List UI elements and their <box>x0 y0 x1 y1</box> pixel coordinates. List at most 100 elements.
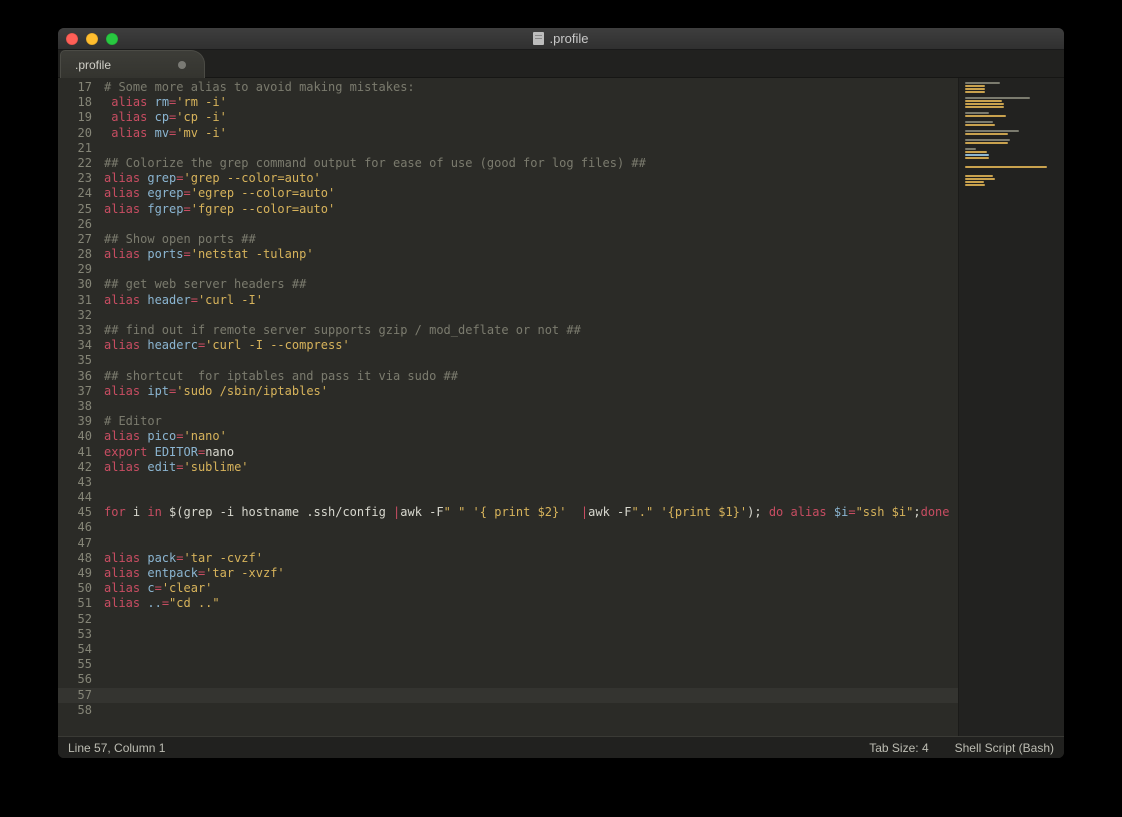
code-line[interactable]: for i in $(grep -i hostname .ssh/config … <box>104 505 958 520</box>
zoom-icon[interactable] <box>106 33 118 45</box>
line-number: 46 <box>58 520 98 535</box>
code-line[interactable] <box>104 536 958 551</box>
code-line[interactable] <box>104 703 958 718</box>
code-line[interactable] <box>104 490 958 505</box>
tab-label: .profile <box>75 58 111 72</box>
line-number: 51 <box>58 596 98 611</box>
code-line[interactable]: ## get web server headers ## <box>104 277 958 292</box>
code-line[interactable] <box>104 141 958 156</box>
tab-profile[interactable]: .profile <box>60 50 205 78</box>
code-line[interactable]: alias grep='grep --color=auto' <box>104 171 958 186</box>
line-number: 27 <box>58 232 98 247</box>
code-line[interactable] <box>104 657 958 672</box>
line-number: 47 <box>58 536 98 551</box>
code-line[interactable]: alias fgrep='fgrep --color=auto' <box>104 202 958 217</box>
code-line[interactable] <box>104 353 958 368</box>
code-line[interactable] <box>104 520 958 535</box>
line-number: 32 <box>58 308 98 323</box>
line-number: 19 <box>58 110 98 125</box>
code-line[interactable]: alias header='curl -I' <box>104 293 958 308</box>
code-line[interactable]: export EDITOR=nano <box>104 445 958 460</box>
line-number: 42 <box>58 460 98 475</box>
window-title-text: .profile <box>549 31 588 46</box>
line-number: 38 <box>58 399 98 414</box>
code-line[interactable]: # Editor <box>104 414 958 429</box>
code-line[interactable]: alias ports='netstat -tulanp' <box>104 247 958 262</box>
traffic-lights <box>58 33 118 45</box>
code-line[interactable]: alias cp='cp -i' <box>104 110 958 125</box>
code-line[interactable]: alias pico='nano' <box>104 429 958 444</box>
code-line[interactable]: alias mv='mv -i' <box>104 126 958 141</box>
line-number: 36 <box>58 369 98 384</box>
status-syntax[interactable]: Shell Script (Bash) <box>955 741 1054 755</box>
line-number: 30 <box>58 277 98 292</box>
line-number: 22 <box>58 156 98 171</box>
editor-area: 1718192021222324252627282930313233343536… <box>58 78 1064 736</box>
line-number: 50 <box>58 581 98 596</box>
code-line[interactable] <box>104 627 958 642</box>
status-tabsize[interactable]: Tab Size: 4 <box>869 741 928 755</box>
code-line[interactable]: alias egrep='egrep --color=auto' <box>104 186 958 201</box>
status-cursor[interactable]: Line 57, Column 1 <box>68 741 165 755</box>
line-number: 49 <box>58 566 98 581</box>
minimap-content <box>965 82 1058 187</box>
status-bar: Line 57, Column 1 Tab Size: 4 Shell Scri… <box>58 736 1064 758</box>
line-number: 23 <box>58 171 98 186</box>
code-line[interactable] <box>104 672 958 687</box>
line-number: 31 <box>58 293 98 308</box>
line-number: 52 <box>58 612 98 627</box>
line-number: 37 <box>58 384 98 399</box>
window-title: .profile <box>58 31 1064 46</box>
line-number: 41 <box>58 445 98 460</box>
code-line[interactable] <box>104 642 958 657</box>
line-number: 33 <box>58 323 98 338</box>
line-number: 48 <box>58 551 98 566</box>
code-line[interactable]: # Some more alias to avoid making mistak… <box>104 80 958 95</box>
line-number: 56 <box>58 672 98 687</box>
code-line[interactable]: alias ipt='sudo /sbin/iptables' <box>104 384 958 399</box>
minimap[interactable] <box>958 78 1064 736</box>
code-line[interactable]: alias rm='rm -i' <box>104 95 958 110</box>
line-number: 44 <box>58 490 98 505</box>
close-icon[interactable] <box>66 33 78 45</box>
line-number: 24 <box>58 186 98 201</box>
line-number: 35 <box>58 353 98 368</box>
line-number: 57 <box>58 688 98 703</box>
line-number: 29 <box>58 262 98 277</box>
line-number: 21 <box>58 141 98 156</box>
line-number: 39 <box>58 414 98 429</box>
code-editor[interactable]: # Some more alias to avoid making mistak… <box>98 78 958 736</box>
code-line[interactable]: ## Colorize the grep command output for … <box>104 156 958 171</box>
tab-bar: .profile <box>58 50 1064 78</box>
line-number: 18 <box>58 95 98 110</box>
code-line[interactable]: alias c='clear' <box>104 581 958 596</box>
code-line[interactable] <box>98 688 958 703</box>
document-icon <box>533 32 544 45</box>
code-line[interactable]: alias ..="cd .." <box>104 596 958 611</box>
line-number: 40 <box>58 429 98 444</box>
code-line[interactable]: alias entpack='tar -xvzf' <box>104 566 958 581</box>
line-number: 58 <box>58 703 98 718</box>
code-line[interactable]: ## shortcut for iptables and pass it via… <box>104 369 958 384</box>
line-number: 54 <box>58 642 98 657</box>
minimize-icon[interactable] <box>86 33 98 45</box>
line-number: 17 <box>58 80 98 95</box>
line-number: 43 <box>58 475 98 490</box>
code-line[interactable]: ## find out if remote server supports gz… <box>104 323 958 338</box>
line-number: 20 <box>58 126 98 141</box>
code-line[interactable] <box>104 612 958 627</box>
code-line[interactable] <box>104 217 958 232</box>
code-line[interactable]: ## Show open ports ## <box>104 232 958 247</box>
code-line[interactable] <box>104 399 958 414</box>
code-line[interactable]: alias headerc='curl -I --compress' <box>104 338 958 353</box>
line-number: 55 <box>58 657 98 672</box>
line-number: 45 <box>58 505 98 520</box>
code-line[interactable] <box>104 262 958 277</box>
line-number: 28 <box>58 247 98 262</box>
code-line[interactable]: alias edit='sublime' <box>104 460 958 475</box>
code-line[interactable]: alias pack='tar -cvzf' <box>104 551 958 566</box>
code-line[interactable] <box>104 475 958 490</box>
dirty-indicator-icon <box>178 61 186 69</box>
code-line[interactable] <box>104 308 958 323</box>
line-number: 25 <box>58 202 98 217</box>
